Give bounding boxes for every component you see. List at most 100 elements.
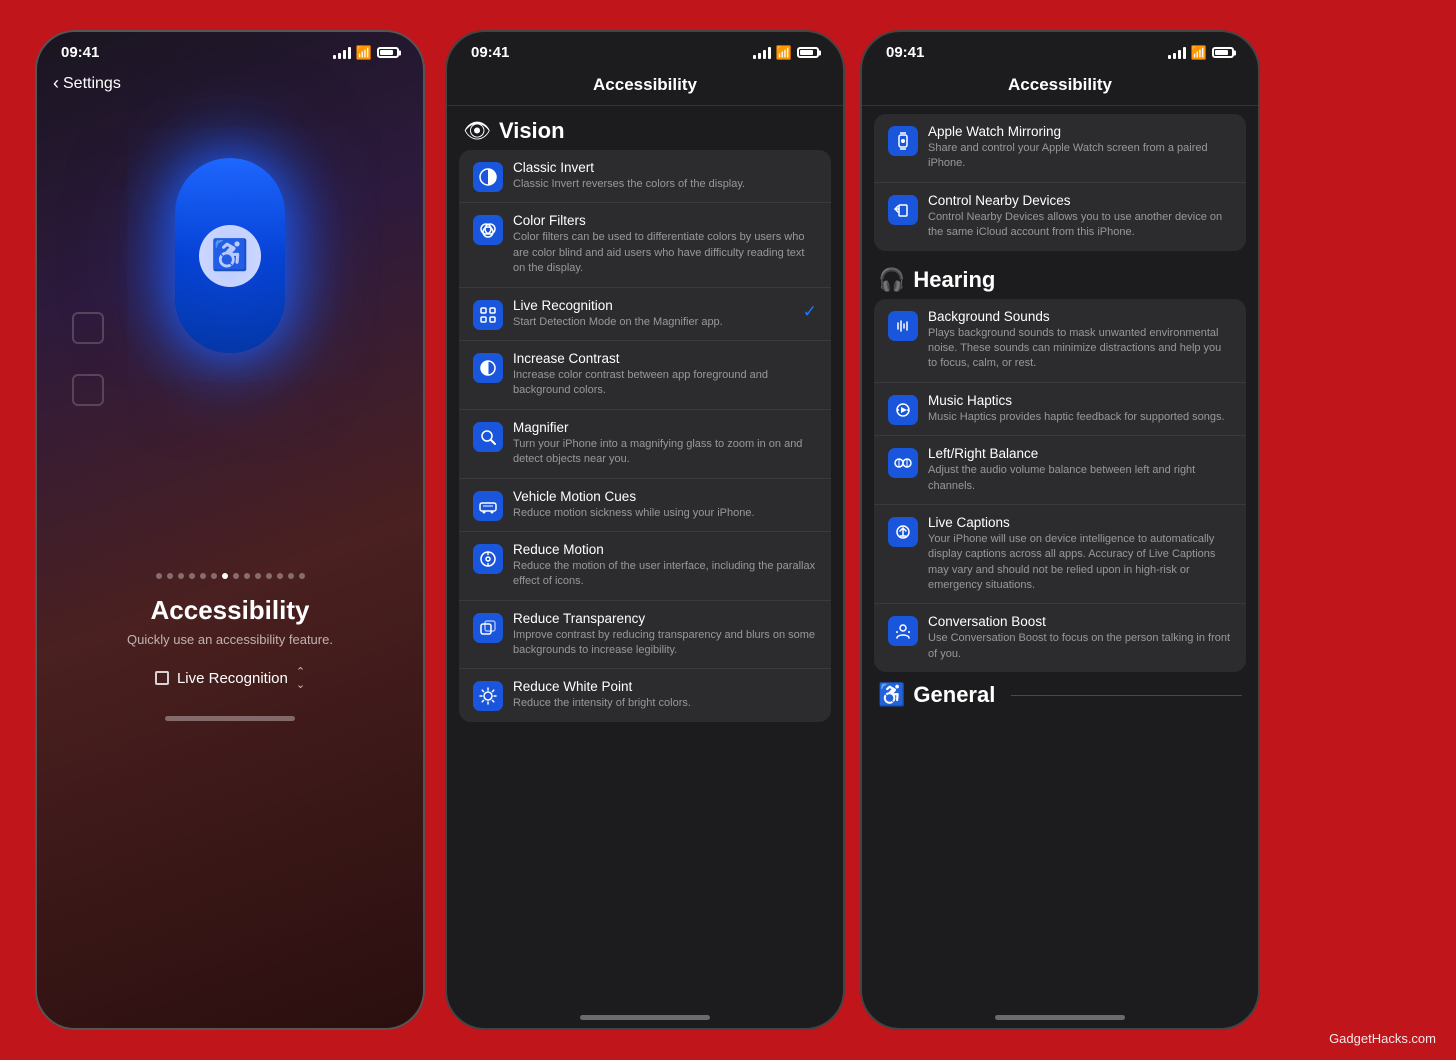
conversation-boost-desc: Use Conversation Boost to focus on the p… xyxy=(928,631,1232,662)
menu-item-classic-invert[interactable]: Classic Invert Classic Invert reverses t… xyxy=(459,150,831,203)
checkmark-icon: ✓ xyxy=(803,302,817,322)
classic-invert-desc: Classic Invert reverses the colors of th… xyxy=(513,177,745,192)
phone3: 09:41 📶 Accessibility xyxy=(860,30,1260,1030)
reduce-motion-desc: Reduce the motion of the user interface,… xyxy=(513,559,817,590)
status-icons-phone2: 📶 xyxy=(753,45,819,61)
feature-button[interactable]: Live Recognition ⌃⌄ xyxy=(37,655,423,701)
reduce-transparency-title: Reduce Transparency xyxy=(513,611,817,626)
sidebar-icons xyxy=(72,312,104,406)
menu-item-lr-balance[interactable]: Left/Right Balance Adjust the audio volu… xyxy=(874,436,1246,505)
live-captions-title: Live Captions xyxy=(928,515,1232,530)
menu-item-text-music-haptics: Music Haptics Music Haptics provides hap… xyxy=(928,393,1225,425)
vehicle-motion-title: Vehicle Motion Cues xyxy=(513,489,755,504)
menu-item-text-conv-boost: Conversation Boost Use Conversation Boos… xyxy=(928,614,1232,662)
accessibility-orb-container: ♿ xyxy=(175,158,285,353)
live-recognition-title: Live Recognition xyxy=(513,298,793,313)
phone2: 09:41 📶 Accessibility 👁 Vision xyxy=(445,30,845,1030)
phone1-center: ♿ xyxy=(37,158,423,353)
battery-icon-phone3 xyxy=(1212,47,1234,58)
nav-title-phone3: Accessibility xyxy=(862,69,1258,106)
hearing-icon: 🎧 xyxy=(878,267,905,293)
hearing-menu-card: Background Sounds Plays background sound… xyxy=(874,299,1246,673)
increase-contrast-icon xyxy=(473,353,503,383)
reduce-white-point-title: Reduce White Point xyxy=(513,679,691,694)
apple-watch-desc: Share and control your Apple Watch scree… xyxy=(928,141,1232,172)
menu-item-apple-watch[interactable]: Apple Watch Mirroring Share and control … xyxy=(874,114,1246,183)
home-indicator-phone2 xyxy=(447,1015,843,1020)
feature-label: Live Recognition xyxy=(177,670,288,687)
reduce-transparency-icon xyxy=(473,613,503,643)
reduce-motion-icon xyxy=(473,544,503,574)
menu-item-reduce-motion[interactable]: Reduce Motion Reduce the motion of the u… xyxy=(459,532,831,601)
magnifier-title: Magnifier xyxy=(513,420,817,435)
color-filters-desc: Color filters can be used to differentia… xyxy=(513,230,817,276)
signal-icon-phone2 xyxy=(753,47,771,59)
live-captions-desc: Your iPhone will use on device intellige… xyxy=(928,532,1232,594)
bg-sounds-desc: Plays background sounds to mask unwanted… xyxy=(928,326,1232,372)
time-phone1: 09:41 xyxy=(61,44,99,61)
apple-watch-icon xyxy=(888,126,918,156)
home-indicator-phone1 xyxy=(37,701,423,735)
vehicle-motion-desc: Reduce motion sickness while using your … xyxy=(513,506,755,521)
battery-icon-phone2 xyxy=(797,47,819,58)
eye-icon: 👁 xyxy=(463,118,491,144)
increase-contrast-desc: Increase color contrast between app fore… xyxy=(513,368,817,399)
bg-sounds-title: Background Sounds xyxy=(928,309,1232,324)
menu-item-text-lr-balance: Left/Right Balance Adjust the audio volu… xyxy=(928,446,1232,494)
vision-menu-card: Classic Invert Classic Invert reverses t… xyxy=(459,150,831,722)
magnifier-icon xyxy=(473,422,503,452)
home-indicator-phone3 xyxy=(862,1015,1258,1020)
phone1-subtitle: Quickly use an accessibility feature. xyxy=(61,632,399,647)
menu-item-conversation-boost[interactable]: Conversation Boost Use Conversation Boos… xyxy=(874,604,1246,672)
bg-sounds-icon xyxy=(888,311,918,341)
magnifier-desc: Turn your iPhone into a magnifying glass… xyxy=(513,437,817,468)
menu-item-magnifier[interactable]: Magnifier Turn your iPhone into a magnif… xyxy=(459,410,831,479)
wifi-icon-phone2: 📶 xyxy=(776,45,792,61)
reduce-white-point-icon xyxy=(473,681,503,711)
menu-item-live-captions[interactable]: Live Captions Your iPhone will use on de… xyxy=(874,505,1246,605)
menu-item-text-live-rec: Live Recognition Start Detection Mode on… xyxy=(513,298,793,330)
signal-icon-phone1 xyxy=(333,47,351,59)
menu-item-text-reduce-wp: Reduce White Point Reduce the intensity … xyxy=(513,679,691,711)
general-section-header: ♿ General xyxy=(862,672,1258,714)
wifi-icon-phone3: 📶 xyxy=(1191,45,1207,61)
status-icons-phone1: 📶 xyxy=(333,45,399,61)
menu-item-music-haptics[interactable]: Music Haptics Music Haptics provides hap… xyxy=(874,383,1246,436)
menu-item-increase-contrast[interactable]: Increase Contrast Increase color contras… xyxy=(459,341,831,410)
live-recognition-icon xyxy=(473,300,503,330)
hearing-section-title: Hearing xyxy=(913,267,995,293)
menu-item-text-bg-sounds: Background Sounds Plays background sound… xyxy=(928,309,1232,372)
back-chevron-icon: ‹ xyxy=(53,73,59,94)
phone1-title: Accessibility xyxy=(61,595,399,626)
battery-icon-phone1 xyxy=(377,47,399,58)
brand-credit: GadgetHacks.com xyxy=(1329,1031,1436,1046)
lr-balance-title: Left/Right Balance xyxy=(928,446,1232,461)
control-nearby-icon xyxy=(888,195,918,225)
menu-item-control-nearby[interactable]: Control Nearby Devices Control Nearby De… xyxy=(874,183,1246,251)
menu-item-reduce-transparency[interactable]: Reduce Transparency Improve contrast by … xyxy=(459,601,831,670)
back-label: Settings xyxy=(63,75,121,93)
music-haptics-desc: Music Haptics provides haptic feedback f… xyxy=(928,410,1225,425)
live-recognition-desc: Start Detection Mode on the Magnifier ap… xyxy=(513,315,793,330)
menu-item-reduce-white-point[interactable]: Reduce White Point Reduce the intensity … xyxy=(459,669,831,721)
reduce-white-point-desc: Reduce the intensity of bright colors. xyxy=(513,696,691,711)
vehicle-motion-icon xyxy=(473,491,503,521)
menu-item-text-live-captions: Live Captions Your iPhone will use on de… xyxy=(928,515,1232,594)
signal-icon-phone3 xyxy=(1168,47,1186,59)
menu-item-text-color-filters: Color Filters Color filters can be used … xyxy=(513,213,817,276)
live-captions-icon xyxy=(888,517,918,547)
time-phone3: 09:41 xyxy=(886,44,924,61)
menu-item-text-vehicle: Vehicle Motion Cues Reduce motion sickne… xyxy=(513,489,755,521)
conversation-boost-title: Conversation Boost xyxy=(928,614,1232,629)
menu-item-color-filters[interactable]: Color Filters Color filters can be used … xyxy=(459,203,831,287)
menu-item-text-control-nearby: Control Nearby Devices Control Nearby De… xyxy=(928,193,1232,241)
hearing-section-header: 🎧 Hearing xyxy=(862,257,1258,299)
menu-item-text-magnifier: Magnifier Turn your iPhone into a magnif… xyxy=(513,420,817,468)
menu-item-bg-sounds[interactable]: Background Sounds Plays background sound… xyxy=(874,299,1246,383)
classic-invert-title: Classic Invert xyxy=(513,160,745,175)
chevron-updown-icon: ⌃⌄ xyxy=(296,665,305,691)
menu-item-vehicle-motion[interactable]: Vehicle Motion Cues Reduce motion sickne… xyxy=(459,479,831,532)
increase-contrast-title: Increase Contrast xyxy=(513,351,817,366)
menu-item-live-recognition[interactable]: Live Recognition Start Detection Mode on… xyxy=(459,288,831,341)
top-items-card: Apple Watch Mirroring Share and control … xyxy=(874,114,1246,251)
